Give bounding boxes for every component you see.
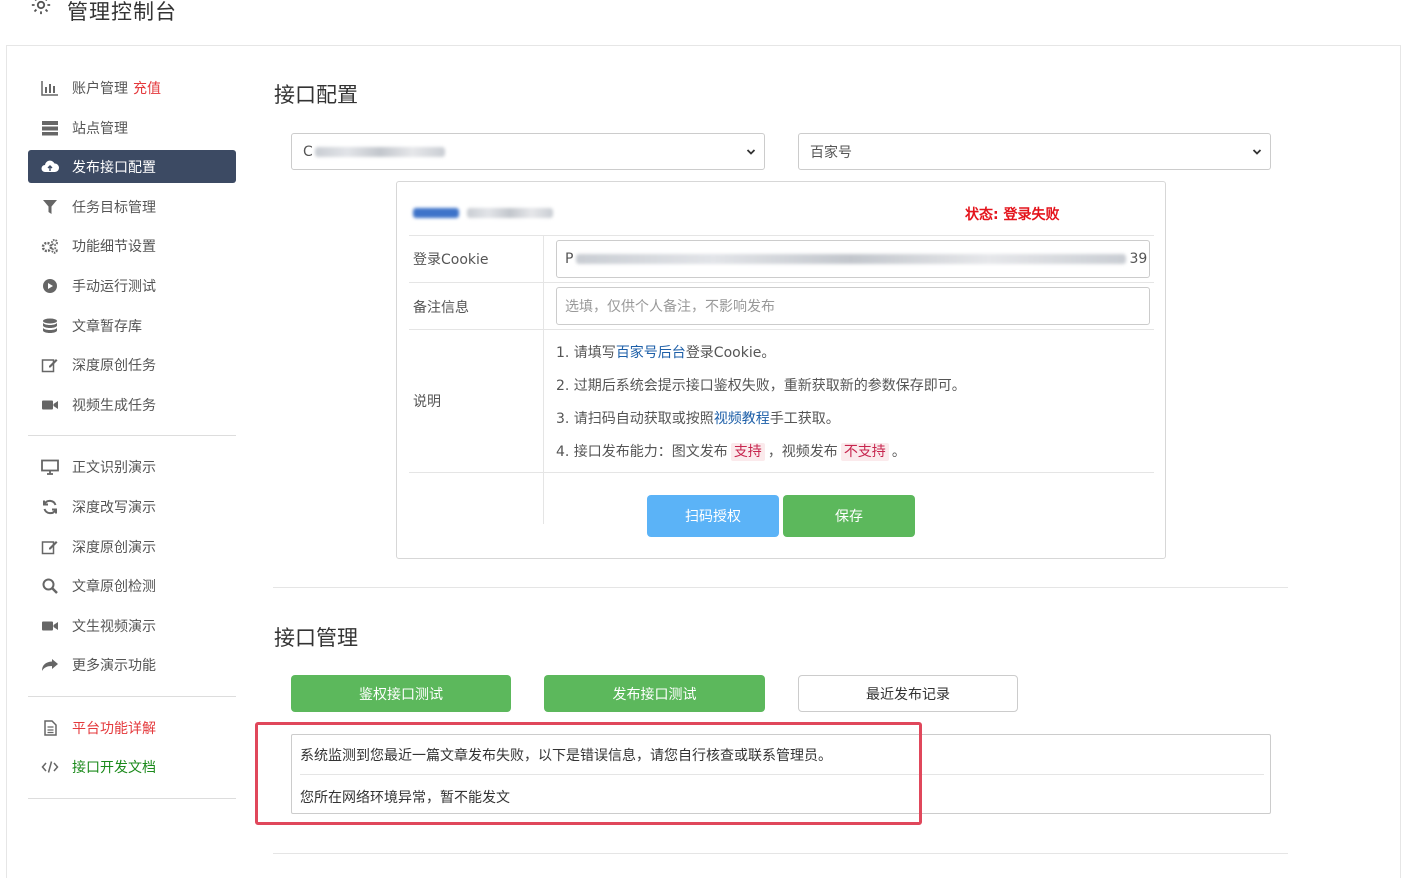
sidebar-item-label: 正文识别演示 <box>72 459 156 476</box>
baijiahao-backend-link[interactable]: 百家号后台 <box>616 345 686 361</box>
note-input[interactable]: 选填，仅供个人备注，不影响发布 <box>556 287 1150 325</box>
account-name <box>413 206 554 222</box>
sidebar-item-label: 视频生成任务 <box>72 397 156 414</box>
search-icon <box>40 577 60 595</box>
row-divider <box>409 235 1154 236</box>
sidebar-item-sites[interactable]: 站点管理 <box>28 111 236 144</box>
sidebar-item-label: 功能细节设置 <box>72 238 156 255</box>
sidebar-item-targets[interactable]: 任务目标管理 <box>28 190 236 223</box>
row-divider <box>409 472 1154 473</box>
cookie-label: 登录Cookie <box>413 252 489 268</box>
server-icon <box>40 119 60 137</box>
recharge-link[interactable]: 充值 <box>133 78 161 98</box>
manage-heading: 接口管理 <box>274 626 358 650</box>
document-icon <box>40 719 60 737</box>
platform-select-value: 百家号 <box>810 144 852 161</box>
scan-authorize-button[interactable]: 扫码授权 <box>647 495 779 537</box>
sidebar-item-manual-run[interactable]: 手动运行测试 <box>28 269 236 302</box>
config-heading: 接口配置 <box>274 83 358 107</box>
chevron-down-icon <box>746 149 756 155</box>
sidebar-item-original-task[interactable]: 深度原创任务 <box>28 348 236 381</box>
site-select[interactable]: C <box>291 133 765 170</box>
edit-icon <box>40 356 60 374</box>
video-camera-icon <box>40 396 60 414</box>
sidebar-item-api-docs[interactable]: 接口开发文档 <box>28 750 236 783</box>
sidebar-item-video-task[interactable]: 视频生成任务 <box>28 388 236 421</box>
row-divider <box>409 282 1154 283</box>
sidebar-item-label: 文章暂存库 <box>72 318 142 335</box>
sidebar-divider <box>28 696 236 697</box>
video-tutorial-link[interactable]: 视频教程 <box>714 411 770 427</box>
redacted-value <box>314 146 445 157</box>
platform-select[interactable]: 百家号 <box>798 133 1271 170</box>
top-bar: 管理控制台 <box>6 0 1401 46</box>
sidebar-item-originality-check[interactable]: 文章原创检测 <box>28 569 236 602</box>
sidebar-item-label: 文生视频演示 <box>72 618 156 635</box>
sidebar-item-label: 深度原创任务 <box>72 357 156 374</box>
share-icon <box>40 656 60 674</box>
gear-icon <box>31 0 51 15</box>
sidebar-item-label: 接口开发文档 <box>72 759 156 776</box>
desc-line-4: 4. 接口发布能力：图文发布 支持 ，视频发布 不支持。 <box>556 443 906 461</box>
play-circle-icon <box>40 277 60 295</box>
sidebar-item-text-recognition-demo[interactable]: 正文识别演示 <box>28 450 236 483</box>
site-select-value: C <box>303 143 313 160</box>
section-divider <box>273 587 1288 588</box>
redacted-value <box>576 254 1127 264</box>
sidebar-item-label: 手动运行测试 <box>72 278 156 295</box>
desc-line-3: 3. 请扫码自动获取或按照视频教程手工获取。 <box>556 411 840 427</box>
sidebar-item-label: 发布接口配置 <box>72 159 156 176</box>
edit-icon <box>40 538 60 556</box>
cookie-input[interactable]: P 39 <box>556 240 1150 278</box>
unsupported-tag: 不支持 <box>840 443 889 461</box>
sidebar-item-label: 文章原创检测 <box>72 578 156 595</box>
code-icon <box>40 758 60 776</box>
annotation-highlight <box>255 722 922 825</box>
recent-publish-records-button[interactable]: 最近发布记录 <box>798 675 1018 712</box>
sidebar-item-account[interactable]: 账户管理 充值 <box>28 71 236 104</box>
row-divider <box>409 329 1154 330</box>
sidebar-item-rewrite-demo[interactable]: 深度改写演示 <box>28 490 236 523</box>
sidebar-divider <box>28 798 236 799</box>
supported-tag: 支持 <box>730 443 765 461</box>
column-divider <box>543 235 544 524</box>
database-icon <box>40 317 60 335</box>
auth-test-button[interactable]: 鉴权接口测试 <box>291 675 511 712</box>
config-panel: 状态: 登录失败 登录Cookie P 39 备注信息 选填，仅供个人备注，不影… <box>396 181 1166 559</box>
sidebar-item-label: 深度改写演示 <box>72 499 156 516</box>
note-placeholder: 选填，仅供个人备注，不影响发布 <box>565 299 775 315</box>
note-label: 备注信息 <box>413 300 469 316</box>
page-title: 管理控制台 <box>67 0 177 24</box>
desc-line-2: 2. 过期后系统会提示接口鉴权失败，重新获取新的参数保存即可。 <box>556 378 966 394</box>
sidebar-item-label: 站点管理 <box>72 120 128 137</box>
cloud-upload-icon <box>40 158 60 176</box>
sidebar-item-more-demos[interactable]: 更多演示功能 <box>28 648 236 681</box>
desc-label: 说明 <box>413 394 441 410</box>
sidebar-item-label: 深度原创演示 <box>72 539 156 556</box>
sidebar-item-original-demo[interactable]: 深度原创演示 <box>28 530 236 563</box>
publish-test-button[interactable]: 发布接口测试 <box>544 675 765 712</box>
desc-line-1: 1. 请填写百家号后台登录Cookie。 <box>556 345 776 361</box>
sidebar-item-publish-config[interactable]: 发布接口配置 <box>28 150 236 183</box>
section-divider <box>273 853 1288 854</box>
sidebar-divider <box>28 435 236 436</box>
monitor-icon <box>40 458 60 476</box>
save-button[interactable]: 保存 <box>783 495 915 537</box>
cogs-icon <box>40 237 60 255</box>
refresh-icon <box>40 498 60 516</box>
login-status: 状态: 登录失败 <box>965 207 1060 223</box>
sidebar-item-label: 账户管理 <box>72 80 128 97</box>
filter-icon <box>40 198 60 216</box>
sidebar-item-label: 更多演示功能 <box>72 657 156 674</box>
sidebar-item-text-to-video-demo[interactable]: 文生视频演示 <box>28 609 236 642</box>
sidebar-item-label: 任务目标管理 <box>72 199 156 216</box>
video-camera-icon <box>40 617 60 635</box>
chevron-down-icon <box>1252 149 1262 155</box>
bar-chart-icon <box>40 79 60 97</box>
sidebar-item-platform-features[interactable]: 平台功能详解 <box>28 711 236 744</box>
sidebar-item-article-store[interactable]: 文章暂存库 <box>28 309 236 342</box>
sidebar-item-label: 平台功能详解 <box>72 720 156 737</box>
sidebar-item-settings[interactable]: 功能细节设置 <box>28 229 236 262</box>
